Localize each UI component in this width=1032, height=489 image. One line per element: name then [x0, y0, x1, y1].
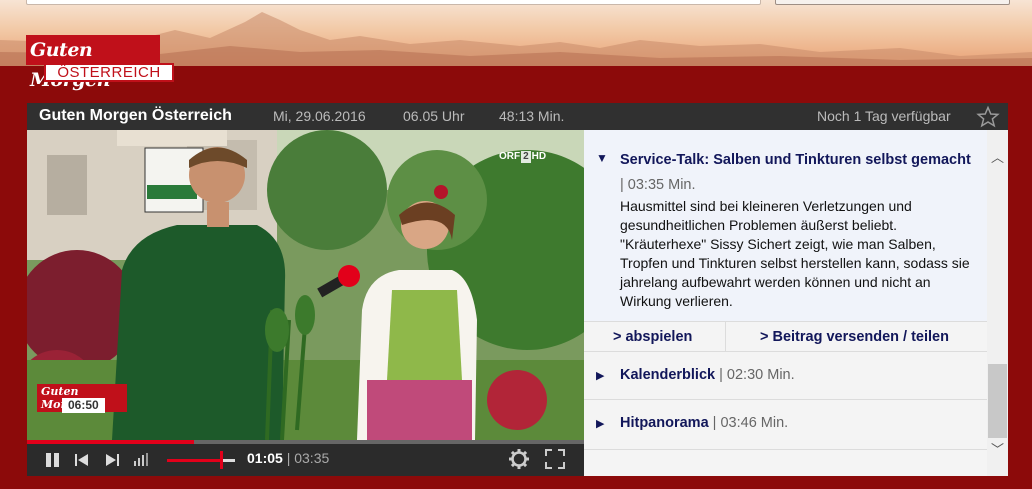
scrollbar-thumb[interactable] — [988, 364, 1007, 438]
video-player: Guten Morgen Österreich Mi, 29.06.2016 0… — [27, 103, 1008, 476]
playlist-item-heading: Hitpanorama | 03:46 Min. — [620, 415, 788, 431]
program-date: Mi, 29.06.2016 — [273, 108, 366, 124]
previous-icon[interactable] — [71, 450, 93, 470]
volume-fill — [167, 459, 222, 462]
logo-line-2: ÖSTERREICH — [44, 63, 174, 82]
show-overlay-badge: Guten Morgen 06:50 — [37, 384, 127, 414]
playlist-item-active[interactable]: ▼ Service-Talk: Salben und Tinkturen sel… — [584, 130, 987, 321]
pause-icon[interactable] — [42, 450, 64, 470]
program-time: 06.05 Uhr — [403, 108, 465, 124]
active-item-duration: | 03:35 Min. — [620, 177, 696, 193]
play-link[interactable]: > abspielen — [613, 329, 692, 345]
playlist-item-title: Hitpanorama — [620, 415, 709, 431]
progress-bar[interactable] — [27, 440, 584, 444]
availability-text: Noch 1 Tag verfügbar — [817, 108, 951, 124]
playlist-item[interactable]: ▶ Kalenderblick | 02:30 Min. — [584, 352, 987, 400]
active-item-title: Service-Talk: Salben und Tinkturen selbs… — [620, 152, 971, 168]
favorite-star-icon[interactable] — [976, 105, 1000, 129]
fullscreen-icon[interactable] — [544, 448, 566, 470]
time-separator: | — [286, 450, 291, 466]
program-title: Guten Morgen Österreich — [39, 107, 232, 124]
playlist-item-duration: | 02:30 Min. — [719, 367, 795, 383]
expand-arrow-icon: ▶ — [596, 370, 605, 382]
playlist-panel: ▼ Service-Talk: Salben und Tinkturen sel… — [584, 130, 1008, 476]
time-display: 01:05 | 03:35 — [247, 450, 329, 466]
program-info-bar: Guten Morgen Österreich Mi, 29.06.2016 0… — [27, 103, 1008, 130]
overlay-clock: 06:50 — [62, 398, 105, 413]
settings-gear-icon[interactable] — [507, 447, 531, 471]
logo-line-1: Guten Morgen — [26, 35, 160, 91]
channel-badge: ORF 2 HD — [499, 151, 554, 166]
playlist-scrollbar[interactable]: ︿ ﹀ — [987, 130, 1008, 476]
playlist-item[interactable]: ▶ Hitpanorama | 03:46 Min. — [584, 400, 987, 450]
channel-badge-hd: HD — [531, 151, 547, 162]
video-frame[interactable]: ORF2HD Guten Morgen 06:50 — [27, 130, 584, 440]
player-controls: 01:05 | 03:35 — [27, 440, 584, 476]
channel-badge-orf: ORF — [499, 151, 521, 162]
active-item-description: Hausmittel sind bei kleineren Verletzung… — [620, 198, 970, 309]
current-time: 01:05 — [247, 450, 283, 466]
action-divider — [725, 322, 726, 352]
playlist-item-title: Kalenderblick — [620, 367, 716, 383]
guten-morgen-logo[interactable]: Guten Morgen ÖSTERREICH — [26, 35, 174, 91]
playlist-item-duration: | 03:46 Min. — [712, 415, 789, 431]
total-time: 03:35 — [294, 450, 330, 466]
active-item-actions: > abspielen > Beitrag versenden / teilen — [584, 321, 987, 352]
channel-badge-number: 2 — [521, 151, 531, 163]
playlist-item-heading: Kalenderblick | 02:30 Min. — [620, 367, 795, 383]
volume-icon[interactable] — [131, 450, 153, 470]
share-link[interactable]: > Beitrag versenden / teilen — [760, 329, 949, 345]
active-item-heading: Service-Talk: Salben und Tinkturen selbs… — [620, 148, 975, 198]
scroll-down-chevron-icon[interactable]: ﹀ — [987, 440, 1008, 460]
volume-handle[interactable] — [220, 451, 224, 469]
progress-fill — [27, 440, 195, 444]
scroll-up-chevron-icon[interactable]: ︿ — [987, 148, 1008, 168]
expand-arrow-icon: ▶ — [596, 418, 605, 430]
next-icon[interactable] — [101, 450, 123, 470]
search-input[interactable] — [26, 0, 761, 5]
collapse-arrow-icon[interactable]: ▼ — [596, 151, 608, 165]
program-duration: 48:13 Min. — [499, 108, 565, 124]
search-button[interactable] — [775, 0, 1010, 5]
